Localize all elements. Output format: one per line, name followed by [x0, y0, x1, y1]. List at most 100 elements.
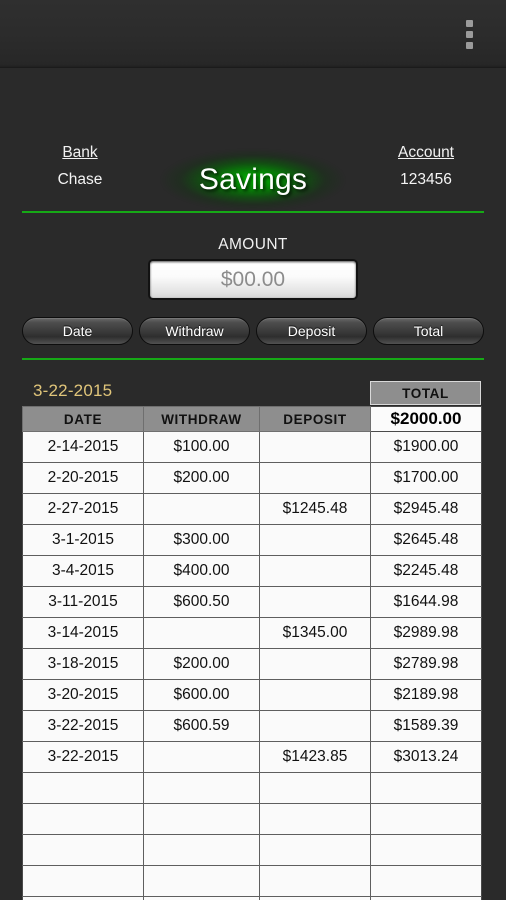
table-row[interactable]: 3-4-2015 $400.00 $2245.48	[22, 555, 482, 587]
table-row[interactable]: 3-14-2015 $1345.00 $2989.98	[22, 617, 482, 649]
action-bar	[0, 0, 506, 68]
cell-withdraw[interactable]: $200.00	[143, 648, 260, 680]
cell-withdraw[interactable]	[143, 617, 260, 649]
cell-total[interactable]	[370, 865, 482, 897]
deposit-button[interactable]: Deposit	[256, 317, 367, 345]
cell-deposit[interactable]	[259, 648, 371, 680]
cell-withdraw[interactable]	[143, 493, 260, 525]
cell-deposit[interactable]	[259, 865, 371, 897]
cell-total[interactable]: $2189.98	[370, 679, 482, 711]
cell-total[interactable]: $1900.00	[370, 431, 482, 463]
cell-withdraw[interactable]: $300.00	[143, 524, 260, 556]
divider-bottom	[22, 358, 484, 360]
cell-date[interactable]	[22, 772, 144, 804]
cell-total[interactable]: $2645.48	[370, 524, 482, 556]
table-row[interactable]	[22, 834, 482, 866]
overflow-menu-icon[interactable]	[456, 14, 482, 54]
withdraw-button[interactable]: Withdraw	[139, 317, 250, 345]
table-row[interactable]: 3-22-2015 $600.59 $1589.39	[22, 710, 482, 742]
cell-date[interactable]: 2-27-2015	[22, 493, 144, 525]
cell-total[interactable]	[370, 772, 482, 804]
cell-date[interactable]	[22, 834, 144, 866]
table-row[interactable]: 2-20-2015 $200.00 $1700.00	[22, 462, 482, 494]
cell-total[interactable]	[370, 803, 482, 835]
table-row[interactable]: 3-1-2015 $300.00 $2645.48	[22, 524, 482, 556]
account-field[interactable]: Account 123456	[361, 144, 491, 189]
cell-deposit[interactable]	[259, 710, 371, 742]
table-row[interactable]: 3-22-2015 $1423.85 $3013.24	[22, 741, 482, 773]
overflow-dot	[465, 19, 473, 27]
cell-deposit[interactable]: $1245.48	[259, 493, 371, 525]
cell-withdraw[interactable]: $600.59	[143, 710, 260, 742]
cell-withdraw[interactable]	[143, 865, 260, 897]
cell-deposit[interactable]	[259, 834, 371, 866]
cell-total[interactable]: $1589.39	[370, 710, 482, 742]
bank-value: Chase	[57, 171, 103, 188]
cell-total[interactable]: $2989.98	[370, 617, 482, 649]
cell-total[interactable]: $2245.48	[370, 555, 482, 587]
cell-date[interactable]: 3-18-2015	[22, 648, 144, 680]
register-table-body: 2-14-2015 $100.00 $1900.00 2-20-2015 $200.00…	[22, 431, 482, 900]
cell-date[interactable]: 3-1-2015	[22, 524, 144, 556]
divider-top	[22, 211, 484, 213]
amount-input[interactable]	[150, 261, 356, 298]
register-table-head: DATE WITHDRAW DEPOSIT $2000.00	[22, 406, 482, 432]
column-header-date[interactable]: DATE	[22, 406, 144, 432]
cell-withdraw[interactable]: $400.00	[143, 555, 260, 587]
column-header-deposit[interactable]: DEPOSIT	[259, 406, 371, 432]
cell-date[interactable]: 3-20-2015	[22, 679, 144, 711]
bank-field[interactable]: Bank Chase	[15, 144, 145, 189]
cell-deposit[interactable]	[259, 431, 371, 463]
cell-total[interactable]: $2789.98	[370, 648, 482, 680]
table-row[interactable]	[22, 803, 482, 835]
page-title: Savings	[198, 163, 308, 196]
cell-withdraw[interactable]: $200.00	[143, 462, 260, 494]
table-row[interactable]: 3-18-2015 $200.00 $2789.98	[22, 648, 482, 680]
cell-date[interactable]	[22, 865, 144, 897]
cell-withdraw[interactable]	[143, 803, 260, 835]
cell-date[interactable]: 3-14-2015	[22, 617, 144, 649]
cell-date[interactable]: 2-20-2015	[22, 462, 144, 494]
action-button-row: Date Withdraw Deposit Total	[22, 317, 484, 345]
cell-total[interactable]: $2945.48	[370, 493, 482, 525]
cell-deposit[interactable]	[259, 772, 371, 804]
cell-date[interactable]: 3-22-2015	[22, 741, 144, 773]
date-button[interactable]: Date	[22, 317, 133, 345]
cell-withdraw[interactable]	[143, 772, 260, 804]
cell-deposit[interactable]	[259, 679, 371, 711]
cell-total[interactable]	[370, 896, 482, 900]
cell-withdraw[interactable]: $600.00	[143, 679, 260, 711]
cell-deposit[interactable]	[259, 586, 371, 618]
cell-withdraw[interactable]	[143, 741, 260, 773]
cell-deposit[interactable]	[259, 462, 371, 494]
cell-date[interactable]: 3-22-2015	[22, 710, 144, 742]
table-row[interactable]	[22, 896, 482, 900]
table-row[interactable]: 2-14-2015 $100.00 $1900.00	[22, 431, 482, 463]
cell-total[interactable]: $1700.00	[370, 462, 482, 494]
cell-total[interactable]: $1644.98	[370, 586, 482, 618]
cell-date[interactable]	[22, 896, 144, 900]
cell-withdraw[interactable]	[143, 834, 260, 866]
cell-deposit[interactable]	[259, 803, 371, 835]
cell-deposit[interactable]: $1345.00	[259, 617, 371, 649]
cell-date[interactable]: 3-11-2015	[22, 586, 144, 618]
table-row[interactable]: 2-27-2015 $1245.48 $2945.48	[22, 493, 482, 525]
table-row[interactable]	[22, 865, 482, 897]
cell-withdraw[interactable]: $100.00	[143, 431, 260, 463]
cell-deposit[interactable]	[259, 524, 371, 556]
total-button[interactable]: Total	[373, 317, 484, 345]
cell-deposit[interactable]	[259, 896, 371, 900]
cell-total[interactable]: $3013.24	[370, 741, 482, 773]
table-row[interactable]: 3-11-2015 $600.50 $1644.98	[22, 586, 482, 618]
cell-withdraw[interactable]: $600.50	[143, 586, 260, 618]
cell-date[interactable]: 2-14-2015	[22, 431, 144, 463]
cell-total[interactable]	[370, 834, 482, 866]
cell-withdraw[interactable]	[143, 896, 260, 900]
table-row[interactable]: 3-20-2015 $600.00 $2189.98	[22, 679, 482, 711]
cell-deposit[interactable]: $1423.85	[259, 741, 371, 773]
table-row[interactable]	[22, 772, 482, 804]
cell-date[interactable]: 3-4-2015	[22, 555, 144, 587]
cell-deposit[interactable]	[259, 555, 371, 587]
column-header-withdraw[interactable]: WITHDRAW	[143, 406, 260, 432]
cell-date[interactable]	[22, 803, 144, 835]
